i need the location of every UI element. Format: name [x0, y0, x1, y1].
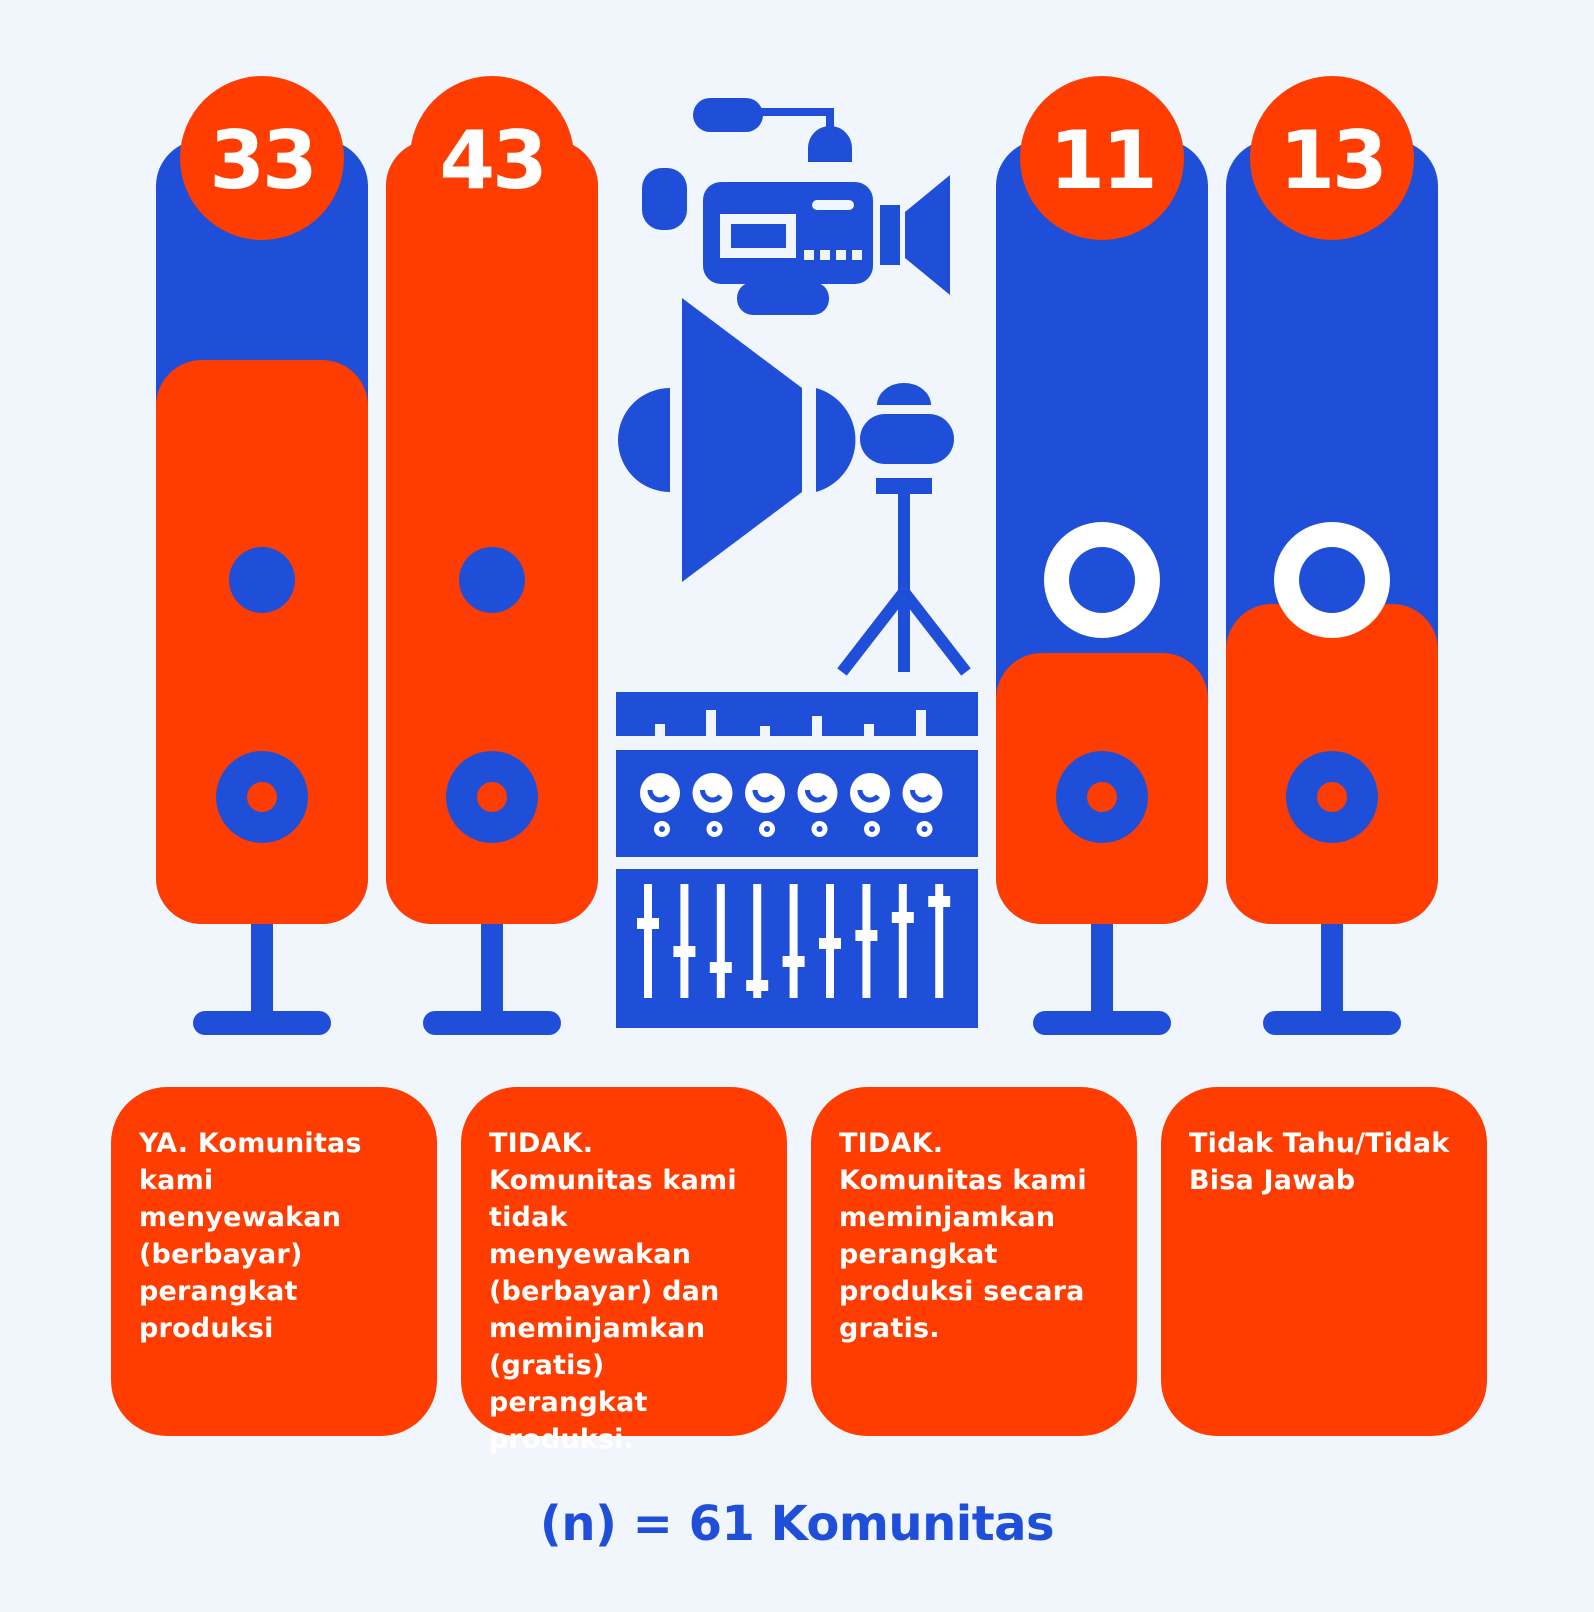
category-card-4: Tidak Tahu/Tidak Bisa Jawab [1161, 1087, 1487, 1436]
fader-track [644, 884, 652, 998]
speaker-base [193, 1011, 331, 1035]
fader-handle [637, 918, 659, 929]
speaker-4: 13 [1226, 76, 1438, 1035]
fader-handle [855, 930, 878, 941]
category-label: YA. Komunitas kami menyewakan (berbayar)… [139, 1128, 362, 1344]
fader-track [898, 884, 907, 998]
tweeter-center [1299, 547, 1365, 613]
tweeter [459, 547, 525, 613]
value-label: 33 [209, 114, 314, 207]
audio-mixer-icon [616, 692, 978, 1028]
mixer-knob [797, 773, 838, 813]
studio-light-icon [618, 298, 971, 676]
fader-handle [746, 980, 769, 991]
ruler-line [616, 736, 978, 742]
woofer-center [1087, 782, 1117, 812]
video-camera-icon [642, 98, 950, 315]
mixer-knob [692, 773, 733, 813]
fader-track [680, 884, 689, 998]
speaker-base [1033, 1011, 1171, 1035]
value-label: 11 [1049, 114, 1154, 207]
fader-handle [891, 912, 914, 923]
woofer-center [477, 782, 507, 812]
category-label: TIDAK. Komunitas kami tidak menyewakan (… [489, 1128, 737, 1455]
fader-handle [673, 946, 696, 957]
mixer-knob [902, 773, 943, 813]
fader-track [716, 884, 725, 998]
mixer-button-dot [711, 826, 718, 832]
mixer-knob [745, 773, 785, 813]
speaker-stand [481, 920, 503, 1012]
category-card-2: TIDAK. Komunitas kami tidak menyewakan (… [461, 1087, 787, 1455]
fader-handle [928, 896, 951, 907]
tweeter [229, 547, 295, 613]
speaker-stand [1321, 920, 1343, 1012]
value-label: 43 [439, 114, 544, 207]
value-label: 13 [1279, 114, 1384, 207]
fader-handle [709, 962, 732, 973]
speaker-2: 43 [386, 76, 598, 1035]
woofer-center [1317, 782, 1347, 812]
fader-track [789, 884, 798, 998]
woofer-center [247, 782, 277, 812]
mixer-button-dot [869, 826, 875, 832]
speaker-base [1263, 1011, 1401, 1035]
tweeter-center [1069, 547, 1135, 613]
category-label: Tidak Tahu/Tidak Bisa Jawab [1189, 1128, 1450, 1196]
sample-size-note: (n) = 61 Komunitas [539, 1496, 1055, 1552]
speaker-stand [1091, 920, 1113, 1012]
fader-handle [819, 938, 841, 949]
category-label: TIDAK. Komunitas kami meminjamkan perang… [839, 1128, 1087, 1344]
fader-handle [782, 956, 805, 967]
mixer-knob [850, 773, 890, 813]
mixer-button-dot [921, 826, 928, 832]
speaker-stand [251, 920, 273, 1012]
mixer-button-dot [659, 826, 665, 832]
speaker-3: 11 [996, 76, 1208, 1035]
speaker-1: 33 [156, 76, 368, 1035]
mixer-knob [640, 773, 680, 813]
category-card-3: TIDAK. Komunitas kami meminjamkan perang… [811, 1087, 1137, 1436]
speaker-base [423, 1011, 561, 1035]
mixer-button-dot [764, 826, 770, 832]
mixer-button-dot [816, 826, 823, 832]
category-card-1: YA. Komunitas kami menyewakan (berbayar)… [111, 1087, 437, 1436]
